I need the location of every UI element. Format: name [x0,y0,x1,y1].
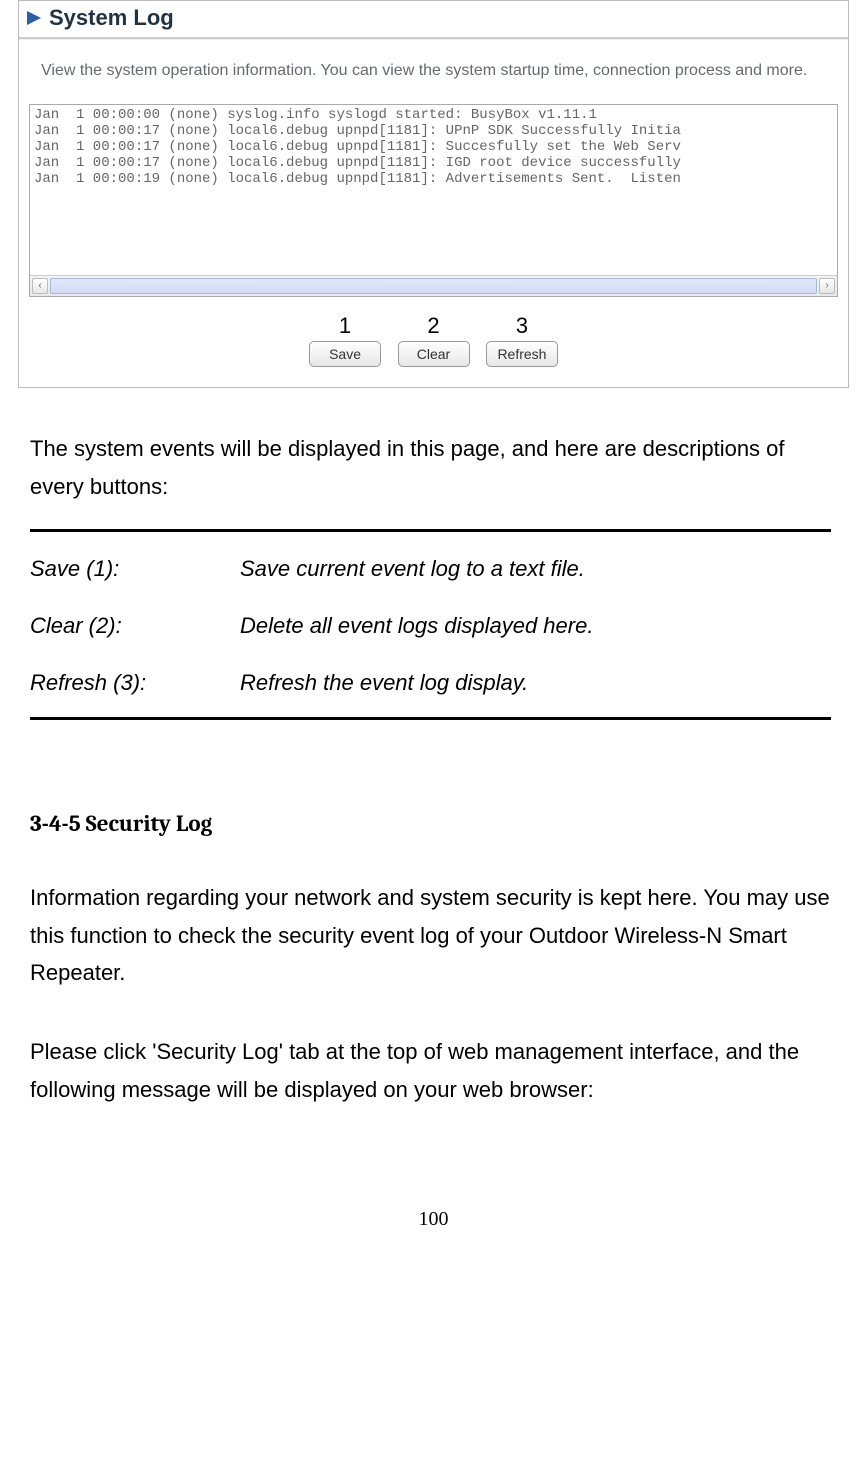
scroll-left-arrow-icon[interactable]: ‹ [32,278,48,294]
button-row: 1 2 3 Save Clear Refresh [19,305,848,387]
number-2-label: 2 [392,313,476,339]
clear-button[interactable]: Clear [398,341,470,367]
row-label: Clear (2): [30,609,240,642]
security-log-paragraph-2: Please click 'Security Log' tab at the t… [30,1033,831,1108]
page-number: 100 [0,1208,867,1251]
table-row: Refresh (3): Refresh the event log displ… [30,654,831,711]
save-button[interactable]: Save [309,341,381,367]
section-heading: 3-4-5 Security Log [30,810,831,837]
row-label: Save (1): [30,552,240,585]
panel-header: System Log [19,1,848,37]
button-description-table: Save (1): Save current event log to a te… [30,529,831,720]
triangle-icon [25,9,43,27]
number-1-label: 1 [303,313,387,339]
row-desc: Save current event log to a text file. [240,552,585,585]
table-row: Clear (2): Delete all event logs display… [30,597,831,654]
log-box: Jan 1 00:00:00 (none) syslog.info syslog… [29,104,838,297]
system-log-panel: System Log View the system operation inf… [18,0,849,388]
refresh-button[interactable]: Refresh [486,341,558,367]
panel-description: View the system operation information. Y… [19,40,848,98]
number-3-label: 3 [480,313,564,339]
row-label: Refresh (3): [30,666,240,699]
row-desc: Refresh the event log display. [240,666,528,699]
scroll-right-arrow-icon[interactable]: › [819,278,835,294]
button-number-labels: 1 2 3 [19,313,848,339]
table-row: Save (1): Save current event log to a te… [30,540,831,597]
security-log-paragraph-1: Information regarding your network and s… [30,879,831,991]
intro-paragraph: The system events will be displayed in t… [30,430,831,505]
panel-title: System Log [49,5,174,31]
log-textarea[interactable]: Jan 1 00:00:00 (none) syslog.info syslog… [30,105,837,275]
log-horizontal-scrollbar[interactable]: ‹ › [30,275,837,296]
scroll-track[interactable] [50,278,817,294]
row-desc: Delete all event logs displayed here. [240,609,593,642]
